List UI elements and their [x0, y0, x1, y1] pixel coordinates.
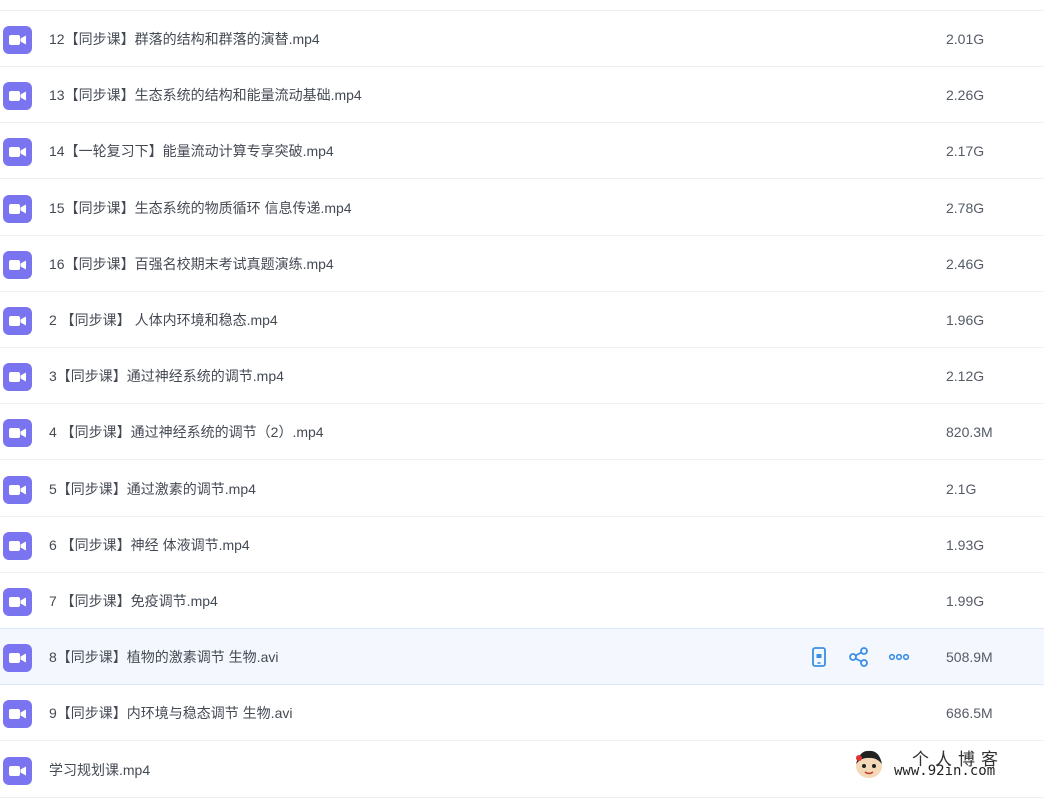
file-name[interactable]: 7 【同步课】免疫调节.mp4: [49, 573, 218, 629]
video-file-icon: [3, 532, 32, 560]
file-row[interactable]: 16【同步课】百强名校期末考试真题演练.mp4 2.46G: [0, 236, 1044, 292]
file-row[interactable]: 5【同步课】通过激素的调节.mp4 2.1G: [0, 461, 1044, 517]
watermark-url: www.92in.com: [894, 763, 996, 779]
file-name[interactable]: 9【同步课】内环境与稳态调节 生物.avi: [49, 685, 292, 741]
file-size: 1.93G: [946, 537, 985, 553]
file-row[interactable]: 14【一轮复习下】能量流动计算专享突破.mp4 2.17G: [0, 123, 1044, 179]
file-name[interactable]: 12【同步课】群落的结构和群落的演替.mp4: [49, 11, 320, 67]
video-file-icon: [3, 419, 32, 447]
file-size: 2.46G: [946, 256, 985, 272]
file-row[interactable]: 2 【同步课】 人体内环境和稳态.mp4 1.96G: [0, 292, 1044, 348]
file-name[interactable]: 5【同步课】通过激素的调节.mp4: [49, 461, 256, 517]
file-name[interactable]: 15【同步课】生态系统的物质循环 信息传递.mp4: [49, 180, 352, 236]
file-size: 508.9M: [946, 649, 993, 665]
file-row[interactable]: 15【同步课】生态系统的物质循环 信息传递.mp4 2.78G: [0, 180, 1044, 236]
file-row[interactable]: 13【同步课】生态系统的结构和能量流动基础.mp4 2.26G: [0, 67, 1044, 123]
file-name[interactable]: 4 【同步课】通过神经系统的调节（2）.mp4: [49, 404, 324, 460]
file-size: 2.26G: [946, 87, 985, 103]
video-file-icon: [3, 251, 32, 279]
video-file-icon: [3, 363, 32, 391]
file-list: 12【同步课】群落的结构和群落的演替.mp4 2.01G 13【同步课】生态系统的结…: [0, 0, 1044, 798]
watermark-logo-icon: [852, 748, 886, 780]
video-file-icon: [3, 195, 32, 223]
file-size: 1.96G: [946, 312, 985, 328]
file-name[interactable]: 2 【同步课】 人体内环境和稳态.mp4: [49, 292, 278, 348]
file-size: 820.3M: [946, 424, 993, 440]
file-row[interactable]: 8【同步课】植物的激素调节 生物.avi 508.9M: [0, 628, 1044, 685]
more-icon[interactable]: [888, 646, 910, 668]
file-size: 2.78G: [946, 200, 985, 216]
video-file-icon: [3, 138, 32, 166]
file-name[interactable]: 学习规划课.mp4: [49, 742, 150, 798]
watermark: 个人博客 www.92in.com: [852, 743, 1037, 785]
file-name[interactable]: 6 【同步课】神经 体液调节.mp4: [49, 517, 250, 573]
file-name[interactable]: 14【一轮复习下】能量流动计算专享突破.mp4: [49, 123, 334, 179]
file-row[interactable]: 3【同步课】通过神经系统的调节.mp4 2.12G: [0, 348, 1044, 404]
share-icon[interactable]: [848, 646, 870, 668]
file-size: 686.5M: [946, 705, 993, 721]
file-row[interactable]: 4 【同步课】通过神经系统的调节（2）.mp4 820.3M: [0, 404, 1044, 460]
file-name[interactable]: 8【同步课】植物的激素调节 生物.avi: [49, 629, 278, 685]
file-size: 2.1G: [946, 481, 977, 497]
file-row[interactable]: 6 【同步课】神经 体液调节.mp4 1.93G: [0, 517, 1044, 573]
file-row[interactable]: 7 【同步课】免疫调节.mp4 1.99G: [0, 573, 1044, 629]
video-file-icon: [3, 644, 32, 672]
file-name[interactable]: 3【同步课】通过神经系统的调节.mp4: [49, 348, 284, 404]
file-size: 2.17G: [946, 143, 985, 159]
video-file-icon: [3, 476, 32, 504]
video-file-icon: [3, 700, 32, 728]
file-size: 2.12G: [946, 368, 985, 384]
file-size: 1.99G: [946, 593, 985, 609]
video-file-icon: [3, 82, 32, 110]
phone-icon[interactable]: [808, 646, 830, 668]
file-row[interactable]: 9【同步课】内环境与稳态调节 生物.avi 686.5M: [0, 685, 1044, 741]
file-name[interactable]: 16【同步课】百强名校期末考试真题演练.mp4: [49, 236, 334, 292]
file-size: 2.01G: [946, 31, 985, 47]
video-file-icon: [3, 588, 32, 616]
video-file-icon: [3, 26, 32, 54]
file-row[interactable]: 12【同步课】群落的结构和群落的演替.mp4 2.01G: [0, 11, 1044, 67]
file-name[interactable]: 13【同步课】生态系统的结构和能量流动基础.mp4: [49, 67, 362, 123]
video-file-icon: [3, 307, 32, 335]
video-file-icon: [3, 757, 32, 785]
